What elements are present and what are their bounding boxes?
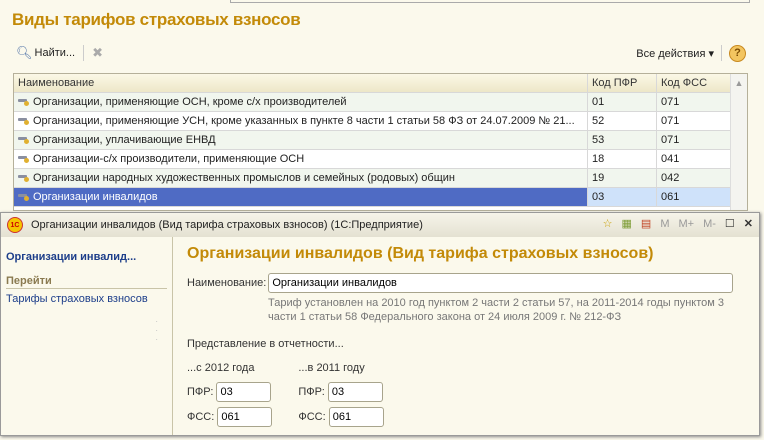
cell-pfr: 18 [588, 150, 657, 168]
calendar-icon[interactable]: ▤ [641, 217, 651, 230]
reporting-label: Представление в отчетности... [187, 338, 344, 350]
close-icon[interactable]: ✕ [744, 217, 753, 230]
table-row[interactable]: Организации, применяющие ОСН, кроме с/х … [14, 93, 732, 112]
pfr-2011-label: ПФР: [298, 386, 325, 398]
fss-2012-input[interactable] [217, 407, 273, 427]
toolbar-left: 🔍︎ Найти... ✖ [16, 44, 103, 62]
maximize-icon[interactable]: ☐ [725, 217, 735, 230]
from-2012-label: ...с 2012 года [187, 362, 255, 374]
cell-pfr: 03 [588, 188, 657, 206]
tariffs-table[interactable]: Наименование Код ПФР Код ФСС Организации… [13, 73, 748, 211]
help-icon[interactable]: ? [729, 44, 746, 62]
catalog-item-icon [18, 193, 30, 201]
form-heading: Организации инвалидов (Вид тарифа страхо… [187, 245, 654, 262]
page-title: Виды тарифов страховых взносов [12, 10, 301, 29]
1c-logo-icon: 1С [7, 217, 23, 233]
nav-goto-heading: Перейти [6, 275, 167, 289]
all-actions-button[interactable]: Все действия ▾ [636, 47, 714, 60]
table-row[interactable]: Организации-с/х производители, применяющ… [14, 150, 732, 169]
cell-pfr: 19 [588, 169, 657, 187]
fss-2012-label: ФСС: [187, 411, 215, 423]
toolbar-separator [721, 45, 722, 61]
column-header-pfr[interactable]: Код ПФР [588, 74, 657, 92]
tariff-dialog: 1С Организации инвалидов (Вид тарифа стр… [0, 212, 760, 436]
search-icon: 🔍︎ [16, 45, 33, 60]
nav-link-tariffs[interactable]: Тарифы страховых взносов [6, 293, 167, 305]
dialog-form: Организации инвалидов (Вид тарифа страхо… [187, 245, 734, 427]
cell-pfr: 53 [588, 131, 657, 149]
cell-name: Организации, применяющие ОСН, кроме с/х … [14, 93, 588, 111]
cell-fss: 071 [657, 131, 732, 149]
fss-2011-input[interactable] [328, 407, 384, 427]
calculator-icon[interactable]: ▦ [622, 217, 632, 230]
pfr-2011-input[interactable] [327, 382, 383, 402]
name-label: Наименование: [187, 277, 267, 289]
favorite-icon[interactable]: ☆ [603, 217, 613, 230]
catalog-item-icon [18, 155, 30, 163]
cell-name: Организации-с/х производители, применяющ… [14, 150, 588, 168]
find-button[interactable]: 🔍︎ Найти... [16, 45, 75, 61]
pfr-2012-input[interactable] [216, 382, 272, 402]
dialog-nav-panel: Организации инвалид... Перейти Тарифы ст… [1, 237, 173, 435]
name-input[interactable] [268, 273, 734, 293]
panel-resize-handle[interactable]: · · · [155, 317, 158, 344]
tariff-note: Тариф установлен на 2010 год пунктом 2 ч… [268, 297, 724, 323]
pfr-2012-label: ПФР: [187, 386, 214, 398]
table-header: Наименование Код ПФР Код ФСС [14, 74, 732, 93]
cell-name: Организации, уплачивающие ЕНВД [14, 131, 588, 149]
toolbar-right: Все действия ▾ ? [636, 44, 746, 62]
table-row[interactable]: Организации, применяющие УСН, кроме указ… [14, 112, 732, 131]
column-header-name[interactable]: Наименование [14, 74, 588, 92]
background-window-edge [230, 0, 750, 3]
cell-fss: 061 [657, 188, 732, 206]
dialog-window-title: Организации инвалидов (Вид тарифа страхо… [31, 219, 423, 231]
fss-2011-label: ФСС: [298, 411, 326, 423]
cell-fss: 071 [657, 112, 732, 130]
column-header-fss[interactable]: Код ФСС [657, 74, 732, 92]
memory-minus-button[interactable]: M- [703, 218, 716, 230]
toolbar-separator [83, 45, 85, 61]
dialog-titlebar: 1С Организации инвалидов (Вид тарифа стр… [1, 213, 759, 237]
in-2011-label: ...в 2011 году [298, 362, 365, 374]
cell-fss: 042 [657, 169, 732, 187]
cell-name: Организации народных художественных пром… [14, 169, 588, 187]
cell-name: Организации инвалидов [14, 188, 588, 206]
cancel-search-icon[interactable]: ✖ [92, 45, 103, 61]
cell-pfr: 52 [588, 112, 657, 130]
table-row[interactable]: Организации народных художественных пром… [14, 169, 732, 188]
table-scrollbar[interactable]: ▲ [730, 74, 747, 210]
catalog-item-icon [18, 117, 30, 125]
nav-current-item[interactable]: Организации инвалид... [6, 251, 167, 263]
memory-button[interactable]: M [660, 218, 669, 230]
catalog-item-icon [18, 98, 30, 106]
catalog-item-icon [18, 136, 30, 144]
catalog-item-icon [18, 174, 30, 182]
memory-plus-button[interactable]: M+ [678, 218, 694, 230]
cell-fss: 041 [657, 150, 732, 168]
table-row[interactable]: Организации инвалидов 03 061 [14, 188, 732, 207]
cell-pfr: 01 [588, 93, 657, 111]
cell-fss: 071 [657, 93, 732, 111]
table-row[interactable]: Организации, уплачивающие ЕНВД 53 071 [14, 131, 732, 150]
cell-name: Организации, применяющие УСН, кроме указ… [14, 112, 588, 130]
